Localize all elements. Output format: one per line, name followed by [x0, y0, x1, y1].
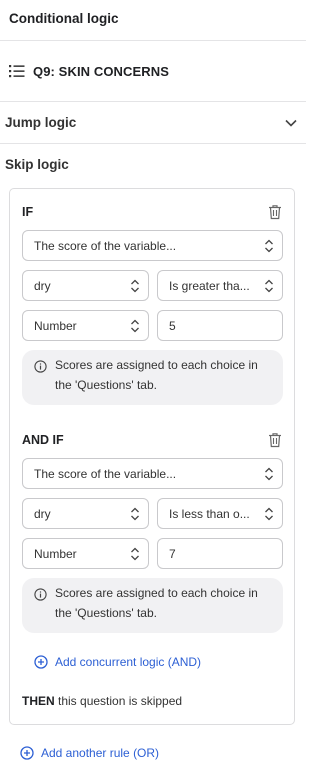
page-title: Conditional logic [9, 11, 119, 26]
plus-circle-icon [34, 655, 48, 669]
question-title: Q9: SKIN CONCERNS [33, 63, 170, 79]
list-icon [9, 65, 25, 78]
then-statement: THEN this question is skipped [22, 694, 182, 708]
info-text: Scores are assigned to each choice in th… [55, 586, 258, 620]
jump-logic-label: Jump logic [5, 115, 77, 130]
info-icon [34, 588, 47, 601]
add-concurrent-logic-button[interactable]: Add concurrent logic (AND) [34, 655, 201, 669]
chevron-updown-icon [265, 467, 273, 480]
trash-icon[interactable] [268, 204, 282, 220]
add-rule-label: Add another rule (OR) [41, 746, 160, 760]
chevron-updown-icon [131, 507, 139, 520]
chevron-down-icon[interactable] [285, 119, 297, 127]
chevron-updown-icon [131, 319, 139, 332]
rule-header-and-if: AND IF [22, 432, 282, 448]
plus-circle-icon [20, 746, 34, 760]
panel-header: Conditional logic [0, 0, 306, 41]
info-box: Scores are assigned to each choice in th… [22, 578, 283, 633]
skip-logic-label: Skip logic [5, 157, 69, 172]
chevron-updown-icon [265, 239, 273, 252]
then-text: this question is skipped [54, 694, 183, 708]
rule-header-if: IF [22, 204, 282, 220]
chevron-updown-icon [265, 507, 273, 520]
trash-icon[interactable] [268, 432, 282, 448]
value-type-select[interactable]: Number [22, 310, 149, 341]
then-keyword: THEN [22, 694, 55, 708]
skip-logic-panel: IF The score of the variable... dry Is g… [9, 188, 295, 725]
value-type-select[interactable]: Number [22, 538, 149, 569]
add-concurrent-label: Add concurrent logic (AND) [55, 655, 202, 669]
rule-heading: IF [22, 205, 34, 219]
condition-type-select[interactable]: The score of the variable... [22, 458, 283, 489]
variable-select[interactable]: dry [22, 270, 149, 301]
chevron-updown-icon [131, 547, 139, 560]
operator-select[interactable]: Is greater tha... [157, 270, 283, 301]
chevron-updown-icon [265, 279, 273, 292]
condition-type-select[interactable]: The score of the variable... [22, 230, 283, 261]
variable-select[interactable]: dry [22, 498, 149, 529]
rule-heading: AND IF [22, 433, 64, 447]
chevron-updown-icon [131, 279, 139, 292]
info-icon [34, 360, 47, 373]
question-row[interactable]: Q9: SKIN CONCERNS [0, 41, 306, 102]
info-box: Scores are assigned to each choice in th… [22, 350, 283, 405]
operator-select[interactable]: Is less than o... [157, 498, 283, 529]
info-text: Scores are assigned to each choice in th… [55, 358, 258, 392]
add-another-rule-button[interactable]: Add another rule (OR) [20, 746, 159, 760]
value-input[interactable]: 5 [157, 310, 283, 341]
value-input[interactable]: 7 [157, 538, 283, 569]
jump-logic-section[interactable]: Jump logic [0, 102, 306, 144]
